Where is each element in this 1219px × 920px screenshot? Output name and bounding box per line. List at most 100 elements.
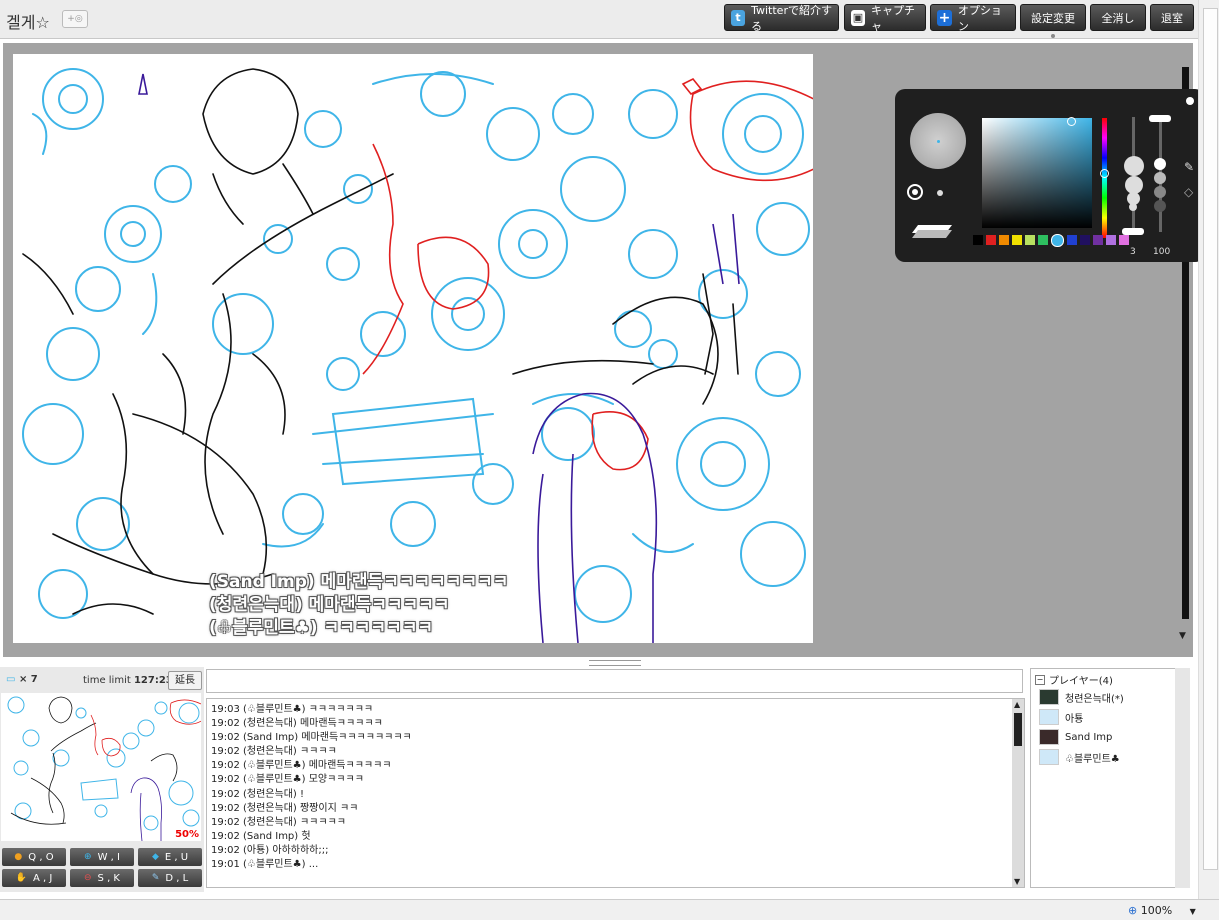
option-button[interactable]: + オプション bbox=[930, 3, 1016, 33]
browser-status-bar: ⊕ 100% ▼ bbox=[0, 899, 1219, 920]
color-swatch[interactable] bbox=[999, 235, 1009, 245]
color-swatch[interactable] bbox=[1080, 235, 1090, 245]
pen-tool-icon[interactable]: ✎ bbox=[1184, 160, 1194, 174]
color-swatch[interactable] bbox=[1067, 235, 1077, 245]
hand-icon: ✋ bbox=[15, 873, 27, 883]
twitter-share-button[interactable]: t Twitterで紹介する bbox=[724, 4, 839, 33]
twitter-icon: t bbox=[731, 9, 746, 26]
room-title: 겔게☆ bbox=[6, 13, 50, 32]
room-status-panel: ▭ × 7 time limit 127:23 延長 50% ● Q , O ⊕… bbox=[0, 667, 204, 892]
opacity-dot bbox=[1154, 200, 1166, 212]
opacity-slider-thumb[interactable] bbox=[1149, 115, 1171, 122]
opacity-value: 100 bbox=[1153, 247, 1171, 257]
brush-round-icon[interactable] bbox=[907, 184, 923, 200]
size-dot bbox=[1124, 156, 1144, 176]
color-swatch[interactable] bbox=[1051, 234, 1064, 247]
thumbnail-artwork bbox=[7, 696, 201, 841]
chat-message: 19:02 (청련은늑대) ! bbox=[211, 788, 304, 800]
color-swatch[interactable] bbox=[1106, 235, 1116, 245]
player-list-header[interactable]: − プレイヤー(4) bbox=[1035, 672, 1113, 687]
drawing-canvas[interactable]: (Sand Imp) 메마랜득ㅋㅋㅋㅋㅋㅋㅋㅋ (청련은늑대) 메마랜득ㅋㅋㅋㅋ… bbox=[13, 54, 813, 643]
window-scrollbar-thumb[interactable] bbox=[1203, 8, 1218, 870]
player-list: − プレイヤー(4) 청련은늑대(*) 아툥 Sand Imp ♧블루민트♣ bbox=[1030, 668, 1189, 888]
zoom-out-icon: ⊖ bbox=[84, 873, 92, 883]
drawing-artwork bbox=[22, 68, 813, 643]
scroll-down-arrow-icon[interactable]: ▼ bbox=[1014, 877, 1020, 886]
color-swatch[interactable] bbox=[1012, 235, 1022, 245]
panel-resize-handle[interactable] bbox=[589, 660, 641, 666]
chat-message: 19:02 (♧블루민트♣) 메마랜득ㅋㅋㅋㅋㅋ bbox=[211, 760, 392, 772]
chevron-down-icon: ▼ bbox=[1189, 907, 1196, 916]
option-label: オプション bbox=[957, 3, 1002, 33]
color-swatch[interactable] bbox=[1038, 235, 1048, 245]
hue-slider[interactable] bbox=[1102, 118, 1107, 238]
chat-message-list: 19:03 (♧블루민트♣) ㅋㅋㅋㅋㅋㅋㅋ 19:02 (청련은늑대) 메마랜득… bbox=[211, 703, 412, 872]
chat-scrollbar[interactable]: ▲ ▼ bbox=[1012, 699, 1024, 887]
eraser-tool-icon[interactable]: ◇ bbox=[1184, 185, 1193, 199]
chat-input[interactable] bbox=[206, 669, 1023, 693]
settings-indicator bbox=[1051, 34, 1055, 38]
layer-icon[interactable] bbox=[912, 219, 952, 239]
collapse-icon[interactable]: − bbox=[1035, 674, 1045, 685]
color-picker-cursor[interactable] bbox=[1067, 117, 1076, 126]
opacity-dot bbox=[1154, 186, 1166, 198]
extend-button[interactable]: 延長 bbox=[168, 671, 202, 690]
color-picker-square[interactable] bbox=[982, 118, 1092, 228]
window-scrollbar[interactable] bbox=[1198, 0, 1219, 899]
brush-preview-dot bbox=[937, 140, 940, 143]
canvas-overlay-message: (♧블루민트♣) ㅋㅋㅋㅋㅋㅋㅋ bbox=[209, 618, 433, 638]
opacity-dot bbox=[1154, 158, 1166, 170]
chat-message: 19:01 (♧블루민트♣) ... bbox=[211, 859, 319, 871]
player-item[interactable]: 청련은늑대(*) bbox=[1039, 689, 1124, 705]
add-favorite-button[interactable]: +◎ bbox=[62, 10, 88, 28]
chat-message: 19:02 (청련은늑대) 짱짱이지 ㅋㅋ bbox=[211, 802, 359, 814]
opacity-dot bbox=[1154, 172, 1166, 184]
clear-all-button[interactable]: 全消し bbox=[1090, 4, 1146, 31]
scroll-up-arrow-icon[interactable]: ▲ bbox=[1014, 700, 1020, 709]
chat-message: 19:02 (청련은늑대) ㅋㅋㅋㅋ bbox=[211, 746, 337, 758]
palette-shortcut-button[interactable]: ● Q , O bbox=[2, 848, 66, 866]
exit-button[interactable]: 退室 bbox=[1150, 4, 1194, 31]
plus-icon: + bbox=[937, 9, 952, 26]
color-swatch[interactable] bbox=[986, 235, 996, 245]
capture-button[interactable]: ▣ キャプチャ bbox=[844, 3, 926, 33]
player-item[interactable]: ♧블루민트♣ bbox=[1039, 749, 1120, 765]
pen-shortcut-button[interactable]: ✎ D , L bbox=[138, 869, 202, 887]
tool-palette: 3 100 ✎ ◇ bbox=[895, 89, 1205, 262]
canvas-overlay-message: (Sand Imp) 메마랜득ㅋㅋㅋㅋㅋㅋㅋㅋ bbox=[209, 572, 509, 592]
scroll-down-arrow-icon[interactable]: ▼ bbox=[1179, 631, 1186, 641]
chat-message: 19:02 (Sand Imp) 헛 bbox=[211, 830, 311, 842]
player-name: Sand Imp bbox=[1065, 731, 1113, 743]
zoom-in-icon: ⊕ bbox=[84, 852, 92, 862]
chat-message: 19:02 (청련은늑대) 메마랜득ㅋㅋㅋㅋㅋ bbox=[211, 718, 383, 730]
hand-tool-shortcut-button[interactable]: ✋ A , J bbox=[2, 869, 66, 887]
settings-button[interactable]: 設定変更 bbox=[1020, 4, 1086, 31]
avatar bbox=[1039, 749, 1059, 765]
canvas-thumbnail[interactable]: 50% bbox=[1, 693, 201, 841]
brush-small-icon[interactable] bbox=[937, 190, 943, 196]
player-list-scrollbar[interactable] bbox=[1175, 668, 1190, 888]
color-swatches bbox=[973, 234, 1129, 247]
color-swatch[interactable] bbox=[1119, 235, 1129, 245]
zoom-in-shortcut-button[interactable]: ⊕ W , I bbox=[70, 848, 134, 866]
zoom-level[interactable]: ⊕ 100% ▼ bbox=[1128, 904, 1196, 917]
rotate-shortcut-button[interactable]: ◆ E , U bbox=[138, 848, 202, 866]
color-swatch[interactable] bbox=[1093, 235, 1103, 245]
chat-scrollbar-thumb[interactable] bbox=[1014, 713, 1022, 746]
time-limit: time limit 127:23 bbox=[83, 675, 173, 686]
palette-toggle-icon[interactable] bbox=[1186, 97, 1194, 105]
capture-label: キャプチャ bbox=[871, 3, 915, 33]
zoom-out-shortcut-button[interactable]: ⊖ S , K bbox=[70, 869, 134, 887]
player-item[interactable]: 아툥 bbox=[1039, 709, 1083, 725]
toolbar: 겔게☆ +◎ t Twitterで紹介する ▣ キャプチャ + オプション 設定… bbox=[0, 0, 1219, 39]
color-swatch[interactable] bbox=[1025, 235, 1035, 245]
brush-size-slider-thumb[interactable] bbox=[1122, 228, 1144, 235]
hue-slider-cursor[interactable] bbox=[1100, 169, 1109, 178]
palette-icon: ● bbox=[14, 852, 23, 862]
color-swatch[interactable] bbox=[973, 235, 983, 245]
player-name: 청련은늑대(*) bbox=[1065, 693, 1124, 705]
player-item[interactable]: Sand Imp bbox=[1039, 729, 1112, 745]
player-name: 아툥 bbox=[1065, 713, 1084, 725]
member-count: ▭ × 7 bbox=[6, 674, 38, 685]
avatar bbox=[1039, 709, 1059, 725]
